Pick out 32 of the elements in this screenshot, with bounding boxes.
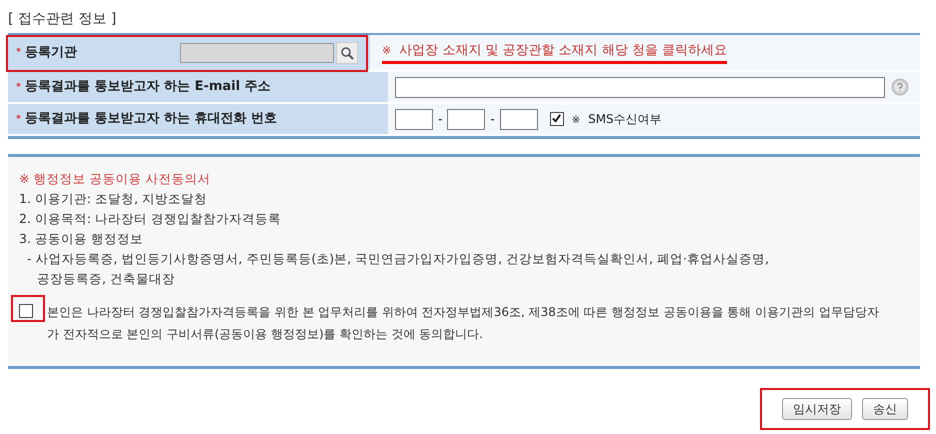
check-icon xyxy=(551,113,562,124)
required-mark: * xyxy=(16,80,21,94)
checkbox[interactable] xyxy=(550,112,564,126)
action-button[interactable]: 임시저장 xyxy=(782,398,852,420)
consent-line: 2. 이용목적: 나라장터 경쟁입찰참가자격등록 xyxy=(19,210,282,228)
agreement-text: 본인은 나라장터 경쟁입찰참가자격등록을 위한 본 업무처리를 위하여 전자정부법제36조, 제38조에 따른 행정정보 공동이용을 통해 이용기관의 업무담당자가 전자적으로 본인의 구비서류(공동이용 행정정보)를 확인하는 것에 동의합니다. xyxy=(47,304,880,343)
highlight-frame xyxy=(11,295,45,322)
action-button[interactable]: 송신 xyxy=(862,398,908,420)
sms-label: ※ SMS수신여부 xyxy=(572,111,662,128)
required-mark: * xyxy=(16,46,21,60)
search-icon xyxy=(340,46,354,60)
consent-line: - 사업자등록증, 법인등기사항증명서, 주민등록등(초)본, 국민연금가입자가입증명, 건강보험자격득실확인서, 폐업·휴업사실증명, xyxy=(26,250,770,268)
email-field[interactable] xyxy=(395,76,885,98)
field-label: 등록기관 xyxy=(25,44,77,62)
required-mark: * xyxy=(16,112,21,126)
agency-field[interactable] xyxy=(180,42,334,62)
field-label: 등록결과를 통보받고자 하는 E-mail 주소 xyxy=(25,78,271,96)
separator: - xyxy=(490,111,495,128)
consent-line: 1. 이용기관: 조달청, 지방조달청 xyxy=(19,190,208,208)
checkbox[interactable] xyxy=(19,304,33,318)
notice-text: ※ 사업장 소재지 및 공장관할 소재지 해당 청을 클릭하세요 xyxy=(382,40,728,64)
phone-field[interactable] xyxy=(395,108,433,130)
field-label: 등록결과를 통보받고자 하는 휴대전화 번호 xyxy=(25,110,278,128)
search-button[interactable] xyxy=(336,42,358,64)
separator: - xyxy=(438,111,442,128)
consent-line: 3. 공동이용 행정정보 xyxy=(19,230,144,248)
consent-title: ※ 행정정보 공동이용 사전동의서 xyxy=(19,170,212,188)
consent-line: 공장등록증, 건축물대장 xyxy=(36,270,176,288)
help-icon xyxy=(891,78,909,96)
phone-field[interactable] xyxy=(500,108,538,130)
phone-field[interactable] xyxy=(447,108,486,130)
section-title: [ 접수관련 정보 ] xyxy=(8,11,116,27)
